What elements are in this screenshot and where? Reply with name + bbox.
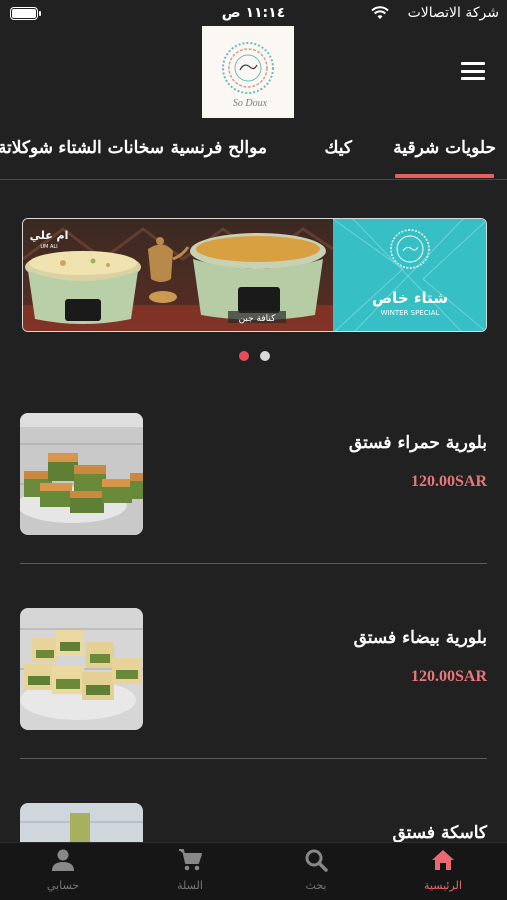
logo-emblem: So Doux bbox=[222, 42, 274, 109]
banner-dish-left: ام علي bbox=[30, 229, 69, 242]
banner-dish-left-en: UM ALI bbox=[40, 244, 57, 250]
status-bar: ١١:١٤ ص شركة الاتصالات bbox=[0, 0, 507, 28]
menu-line bbox=[461, 77, 485, 80]
nav-search[interactable]: بحث bbox=[286, 847, 346, 892]
home-icon bbox=[432, 850, 454, 870]
tab-chocolate[interactable]: شوكلاتة bbox=[0, 138, 53, 158]
product-item[interactable]: بلورية بيضاء فستق 120.00SAR bbox=[20, 608, 487, 733]
product-price: 120.00SAR bbox=[410, 473, 487, 490]
menu-line bbox=[461, 62, 485, 65]
cart-icon bbox=[179, 849, 202, 871]
banner-title-ar: شتاء خاص bbox=[372, 289, 448, 307]
product-image bbox=[20, 413, 143, 535]
carrier-name: شركة الاتصالات bbox=[407, 5, 499, 21]
carousel-dot[interactable] bbox=[260, 351, 270, 361]
wifi-icon bbox=[371, 6, 389, 19]
banner-dish-right: كنافة جبن bbox=[239, 314, 277, 324]
divider bbox=[20, 563, 487, 564]
nav-home-label: الرئيسية bbox=[424, 879, 462, 892]
product-name: بلورية حمراء فستق bbox=[348, 433, 487, 453]
search-icon bbox=[305, 849, 328, 872]
product-price: 120.00SAR bbox=[410, 668, 487, 685]
product-name: كاسكة فستق bbox=[392, 823, 487, 843]
tab-french-savories[interactable]: موالح فرنسية bbox=[171, 138, 267, 158]
tab-eastern-sweets[interactable]: حلويات شرقية bbox=[393, 138, 496, 178]
menu-line bbox=[461, 69, 485, 73]
brand-logo[interactable]: So Doux bbox=[202, 26, 294, 118]
banner-title-en: WINTER SPECIAL bbox=[381, 309, 440, 317]
logo-text: So Doux bbox=[233, 98, 268, 109]
nav-search-label: بحث bbox=[305, 879, 327, 892]
banner-image: كنافة جبن ام علي UM ALI شتاء خاص WINTER … bbox=[23, 219, 486, 331]
carousel-indicator bbox=[239, 351, 271, 361]
divider bbox=[20, 758, 487, 759]
nav-home[interactable]: الرئيسية bbox=[413, 847, 473, 892]
bottom-navigation: الرئيسية بحث السلة حسابي bbox=[0, 842, 507, 900]
account-icon bbox=[52, 849, 74, 871]
carousel-dot-active[interactable] bbox=[239, 351, 249, 361]
nav-account-label: حسابي bbox=[46, 879, 80, 892]
tab-winter-heaters[interactable]: سخانات الشتاء bbox=[58, 138, 164, 158]
nav-cart-label: السلة bbox=[177, 879, 203, 892]
tab-cake[interactable]: كيك bbox=[324, 138, 352, 158]
product-image bbox=[20, 608, 143, 730]
product-name: بلورية بيضاء فستق bbox=[353, 628, 487, 648]
category-tabs: حلويات شرقية كيك موالح فرنسية سخانات الش… bbox=[0, 134, 507, 180]
product-item[interactable]: بلورية حمراء فستق 120.00SAR bbox=[20, 413, 487, 538]
promo-banner[interactable]: كنافة جبن ام علي UM ALI شتاء خاص WINTER … bbox=[22, 218, 487, 332]
nav-cart[interactable]: السلة bbox=[160, 847, 220, 892]
hamburger-menu-icon[interactable] bbox=[461, 62, 485, 80]
nav-account[interactable]: حسابي bbox=[33, 847, 93, 892]
